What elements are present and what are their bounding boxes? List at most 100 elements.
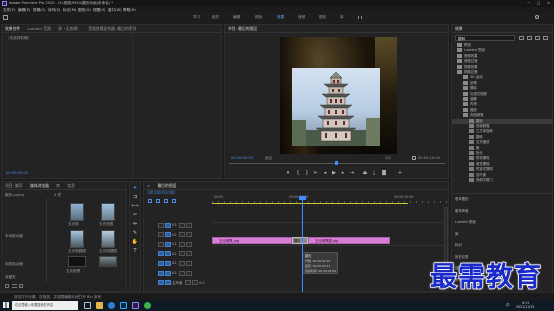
ripple-edit-tool-icon[interactable]: ⟷ xyxy=(131,203,139,210)
lift-icon[interactable]: ⏏ xyxy=(362,170,368,176)
extract-icon[interactable]: ⤓ xyxy=(371,170,377,176)
panel-menu-item[interactable]: 基本图形 xyxy=(455,197,469,202)
media-thumb[interactable] xyxy=(101,203,115,221)
yuv-effects-icon[interactable] xyxy=(543,36,548,40)
panel-menu-item[interactable]: 标记 xyxy=(455,243,462,248)
browser-icon[interactable] xyxy=(108,302,115,309)
type-tool-icon[interactable]: T xyxy=(131,248,139,255)
marker-icon[interactable]: ▾ xyxy=(285,170,291,176)
add-marker-icon[interactable] xyxy=(164,199,168,203)
clip-v1-a[interactable]: 五光塔黑.jpg xyxy=(212,237,292,244)
media-thumb[interactable] xyxy=(99,256,117,267)
home-icon[interactable] xyxy=(3,15,8,20)
hand-tool-icon[interactable]: ✋ xyxy=(131,239,139,246)
local-drives-label[interactable]: 本地驱动器 xyxy=(5,234,23,239)
track-header[interactable]: A2 xyxy=(158,260,193,267)
timeline-settings-icon[interactable] xyxy=(172,199,176,203)
timeline-timecode[interactable]: 00:00:03:00 xyxy=(148,191,175,197)
tab-effects[interactable]: 效果 xyxy=(452,25,466,32)
lock-icon[interactable] xyxy=(179,260,186,266)
tab-libraries[interactable]: 库 xyxy=(53,182,63,189)
photoshop-icon[interactable] xyxy=(120,302,127,309)
track-target-toggle[interactable] xyxy=(158,260,164,266)
network-drives-label[interactable]: 网络驱动器 xyxy=(5,262,23,267)
track-target-toggle[interactable] xyxy=(158,241,164,247)
panel-menu-item[interactable]: Lumetri 颜色 xyxy=(455,220,476,225)
lock-icon[interactable] xyxy=(179,251,186,257)
close-button[interactable]: × xyxy=(547,1,550,6)
selection-tool-icon[interactable]: ➤ xyxy=(131,185,139,192)
start-icon[interactable] xyxy=(3,302,9,308)
workspace-editing[interactable]: 编辑 xyxy=(233,15,240,20)
tab-lumetri-scopes[interactable]: Lumetri 范围 xyxy=(24,25,53,32)
lock-icon[interactable] xyxy=(179,270,186,276)
new-bin-icon[interactable] xyxy=(519,36,524,40)
track-label-box[interactable] xyxy=(165,251,171,257)
workspace-audio[interactable]: 音频 xyxy=(298,15,305,20)
track-target-toggle[interactable] xyxy=(158,232,164,238)
tab-project[interactable]: 项目: 翻页 xyxy=(2,182,26,189)
track-target-toggle[interactable] xyxy=(158,222,164,228)
program-playhead[interactable] xyxy=(335,161,338,165)
tab-sequence[interactable]: 最后的图层 xyxy=(154,182,179,189)
tab-media-browser[interactable]: 媒体浏览器 xyxy=(27,182,52,189)
panel-menu-item[interactable]: 历史记录 xyxy=(455,255,469,260)
menu-graphics[interactable]: 图形(G) xyxy=(78,8,91,13)
track-header[interactable]: 主声道 0.0 xyxy=(158,280,205,287)
workspace-more-icon[interactable] xyxy=(358,16,362,19)
track-label-box[interactable] xyxy=(165,241,171,247)
media-thumb[interactable] xyxy=(70,230,84,248)
panel-menu-item[interactable]: 基本声音 xyxy=(455,209,469,214)
fit-dropdown[interactable]: 适合 xyxy=(265,156,272,161)
menu-clip[interactable]: 剪辑(C) xyxy=(33,8,46,13)
media-thumb[interactable] xyxy=(101,230,115,248)
workspace-learn[interactable]: 学习 xyxy=(193,15,200,20)
button-editor-icon[interactable]: + xyxy=(397,170,403,176)
export-frame-icon[interactable]: ◙ xyxy=(381,170,387,176)
lock-icon[interactable] xyxy=(5,284,9,288)
track-label-box[interactable] xyxy=(165,270,171,276)
track-target-toggle[interactable] xyxy=(158,270,164,276)
menu-window[interactable]: 窗口(W) xyxy=(108,8,122,13)
wrench-icon[interactable] xyxy=(412,156,416,160)
go-to-out-icon[interactable]: ⇥ xyxy=(349,170,355,176)
go-to-in-icon[interactable]: ⇤ xyxy=(313,170,319,176)
media-thumb[interactable] xyxy=(70,203,84,221)
track-header[interactable]: V1 xyxy=(158,241,193,248)
menu-edit[interactable]: 编辑(E) xyxy=(18,8,30,13)
file-explorer-icon[interactable] xyxy=(96,302,103,309)
track-header[interactable]: V3 xyxy=(158,222,193,229)
menu-view[interactable]: 视图(V) xyxy=(93,8,105,13)
search-icon[interactable] xyxy=(535,15,539,19)
timeline-playhead[interactable] xyxy=(302,197,303,292)
task-view-icon[interactable] xyxy=(84,302,91,309)
32bit-effects-icon[interactable] xyxy=(535,36,540,40)
transition-flip[interactable]: 翻页 xyxy=(292,237,308,244)
track-label-box[interactable] xyxy=(165,280,171,286)
premiere-icon[interactable] xyxy=(132,302,139,309)
track-label-box[interactable] xyxy=(165,222,171,228)
track-header[interactable]: V2 xyxy=(158,232,193,239)
menu-file[interactable]: 文件(F) xyxy=(3,8,15,13)
track-header[interactable]: A1 xyxy=(158,251,193,258)
play-icon[interactable]: ▶ xyxy=(331,170,337,176)
favorites-label[interactable]: 收藏夹 xyxy=(5,275,16,280)
workspace-effects[interactable]: 效果 xyxy=(277,15,284,20)
track-label-box[interactable] xyxy=(165,232,171,238)
menu-sequence[interactable]: 序列(S) xyxy=(48,8,60,13)
lock-icon[interactable] xyxy=(179,222,186,228)
eye-icon[interactable] xyxy=(186,241,193,247)
tab-program[interactable]: 节目: 最后的图层 xyxy=(225,25,260,32)
workspace-assembly[interactable]: 组件 xyxy=(212,15,219,20)
mute-icon[interactable] xyxy=(186,251,193,257)
mute-icon[interactable] xyxy=(186,270,193,276)
eye-icon[interactable] xyxy=(186,222,193,228)
track-select-tool-icon[interactable]: ⇉ xyxy=(131,194,139,201)
pen-tool-icon[interactable]: ✎ xyxy=(131,230,139,237)
minimize-button[interactable]: − xyxy=(527,1,530,6)
mute-icon[interactable] xyxy=(192,280,199,286)
workspace-libraries[interactable]: 库 xyxy=(340,15,344,20)
lang-indicator[interactable]: 中 xyxy=(506,303,510,308)
step-back-icon[interactable]: ◂ xyxy=(322,170,328,176)
snap-icon[interactable] xyxy=(148,199,152,203)
